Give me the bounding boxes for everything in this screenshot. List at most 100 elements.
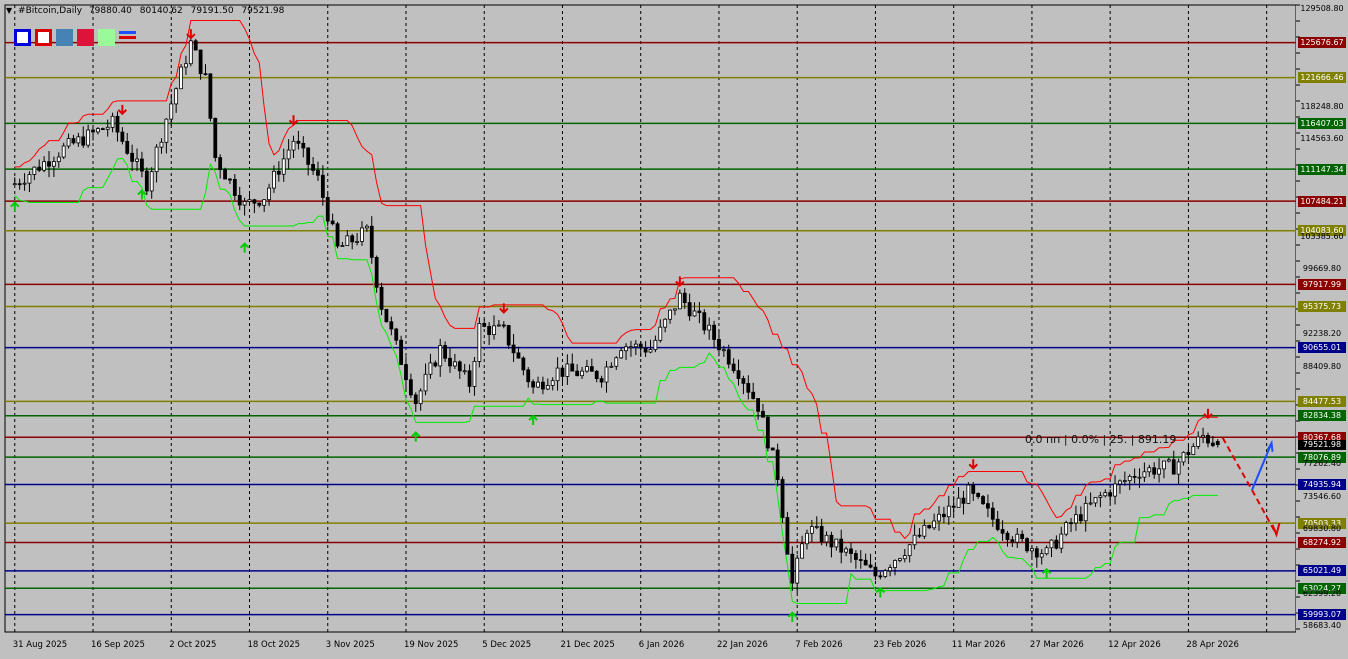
candle-body: [140, 158, 144, 172]
steelblue-color-button[interactable]: [56, 29, 73, 46]
price-tick-label: 58683.40: [1302, 621, 1342, 631]
low-value: 79191.50: [190, 6, 234, 16]
candle-body: [697, 310, 702, 314]
candle-body: [653, 339, 658, 350]
price-level-tag: 107484.21: [1298, 195, 1346, 207]
candle-body: [795, 557, 800, 584]
candle-body: [413, 394, 418, 405]
candle-body: [907, 544, 912, 557]
candle-body: [467, 370, 472, 387]
candle-body: [736, 370, 741, 379]
candle-body: [673, 308, 677, 311]
candle-body: [570, 363, 575, 372]
price-chart[interactable]: [0, 0, 1348, 659]
candle-body: [1201, 434, 1205, 438]
candle-body: [379, 286, 384, 310]
candle-body: [1137, 476, 1142, 479]
price-tick-label: 114563.60: [1300, 134, 1344, 144]
candle-body: [223, 169, 227, 180]
candle-body: [668, 309, 672, 320]
candle-body: [66, 138, 71, 147]
candle-body: [692, 310, 697, 317]
candle-body: [325, 197, 330, 222]
high-value: 80140.62: [139, 6, 183, 16]
candle-body: [648, 349, 653, 353]
candle-body: [1132, 475, 1137, 478]
collapse-arrow-icon[interactable]: ▼: [6, 6, 12, 15]
candle-body: [966, 484, 971, 504]
candle-body: [1054, 539, 1059, 549]
candle-body: [946, 505, 951, 518]
candle-body: [805, 532, 809, 545]
candle-body: [858, 559, 863, 561]
candle-body: [809, 526, 814, 534]
candle-body: [272, 170, 276, 189]
price-line-button[interactable]: [119, 29, 136, 46]
candle-body: [330, 220, 335, 225]
candle-body: [912, 534, 917, 546]
candle-body: [638, 343, 643, 349]
candle-body: [937, 513, 941, 522]
candle-body: [291, 140, 296, 151]
open-value: 79880.40: [88, 6, 132, 16]
candle-body: [917, 534, 922, 537]
candle-body: [335, 223, 340, 247]
candle-body: [188, 40, 193, 65]
candle-body: [452, 361, 457, 367]
price-tick-label: 118248.80: [1300, 102, 1344, 112]
candle-body: [91, 129, 95, 133]
candle-body: [228, 178, 232, 181]
candle-body: [135, 158, 139, 162]
price-level-tag: 95375.73: [1298, 301, 1346, 313]
candle-body: [682, 292, 687, 303]
date-tick-label: 11 Mar 2026: [951, 640, 1006, 650]
candle-body: [100, 128, 105, 131]
candle-body: [511, 344, 516, 354]
candle-body: [497, 324, 501, 327]
candle-body: [252, 199, 257, 204]
candle-body: [604, 366, 609, 383]
candle-body: [1039, 553, 1044, 558]
close-value: 79521.98: [241, 6, 285, 16]
price-level-tag: 121666.46: [1298, 72, 1346, 84]
candle-body: [1093, 496, 1098, 504]
candle-body: [184, 63, 188, 68]
candle-body: [52, 161, 56, 167]
blue-frame-button[interactable]: [14, 29, 31, 46]
candle-body: [1127, 475, 1132, 482]
candle-body: [1025, 538, 1029, 552]
candle-body: [17, 183, 22, 186]
candle-body: [545, 385, 550, 390]
candle-body: [1098, 495, 1103, 498]
candle-body: [575, 370, 580, 377]
candle-body: [893, 560, 897, 568]
candle-body: [1064, 522, 1069, 535]
candle-body: [1049, 539, 1054, 549]
candle-body: [1157, 468, 1161, 475]
candle-body: [384, 308, 389, 323]
candle-body: [110, 115, 115, 128]
candle-body: [765, 416, 770, 449]
date-tick-label: 3 Nov 2025: [325, 640, 375, 650]
candle-body: [404, 364, 408, 381]
price-tick-label: 69830.80: [1302, 523, 1342, 533]
candle-body: [1176, 461, 1181, 475]
candle-body: [1118, 480, 1122, 485]
candle-body: [922, 525, 927, 537]
crimson-color-button[interactable]: [77, 29, 94, 46]
candle-body: [174, 88, 179, 105]
candle-body: [320, 174, 325, 198]
candle-body: [1083, 502, 1088, 522]
date-tick-label: 7 Feb 2026: [795, 640, 843, 650]
price-tick-label: 129508.80: [1300, 4, 1344, 14]
candle-body: [154, 146, 159, 173]
red-frame-button[interactable]: [35, 29, 52, 46]
date-tick-label: 5 Dec 2025: [482, 640, 532, 650]
candle-body: [585, 366, 589, 372]
candle-body: [32, 166, 37, 175]
candle-body: [47, 161, 51, 167]
palegreen-color-button[interactable]: [98, 29, 115, 46]
date-tick-label: 12 Apr 2026: [1108, 640, 1161, 650]
candle-body: [780, 479, 785, 518]
candle-body: [179, 66, 183, 90]
